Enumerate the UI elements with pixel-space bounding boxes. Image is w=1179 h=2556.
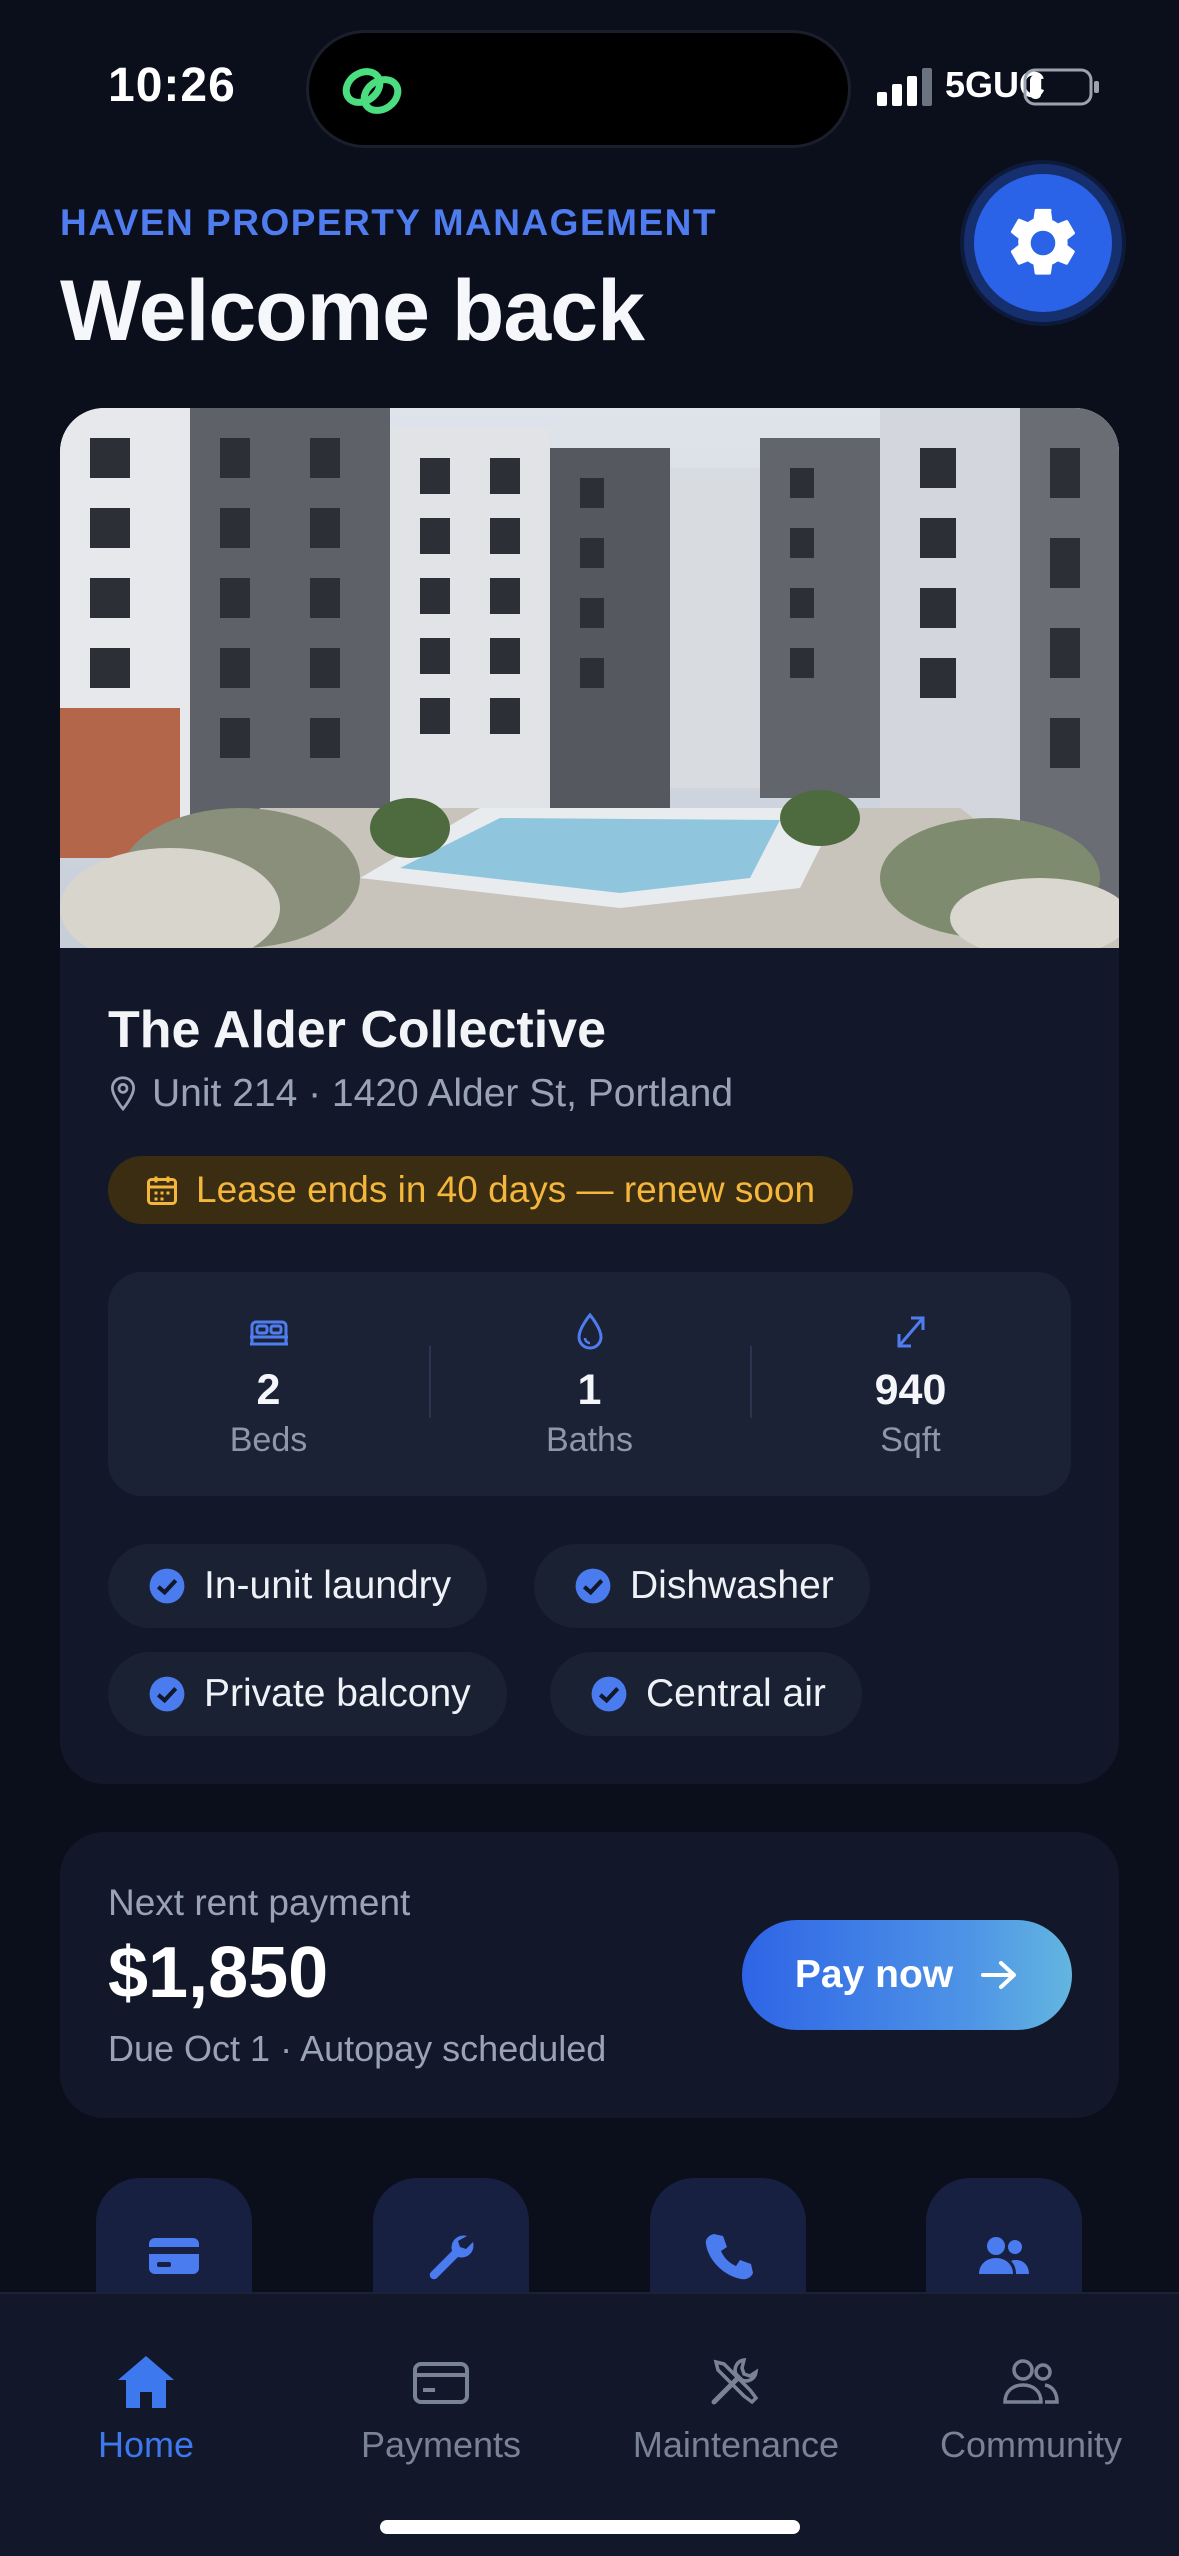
home-indicator[interactable] xyxy=(380,2520,800,2534)
stat-label: Beds xyxy=(229,1421,308,1459)
gear-icon xyxy=(1010,208,1075,275)
rent-label: Next rent payment xyxy=(108,1882,411,1923)
tab-label: Maintenance xyxy=(632,2424,840,2465)
amenity-chip: Private balcony xyxy=(108,1652,507,1736)
signal-icon xyxy=(877,68,932,106)
tab-label: Home xyxy=(97,2424,195,2465)
tab-maintenance[interactable]: Maintenance xyxy=(606,2352,866,2466)
stat-label: Sqft xyxy=(880,1421,941,1459)
check-circle-icon xyxy=(149,1676,185,1712)
arrow-right-icon xyxy=(981,1961,1017,1989)
settings-button[interactable] xyxy=(964,164,1122,322)
stat-value: 2 xyxy=(256,1366,281,1414)
stat-value: 940 xyxy=(874,1366,947,1414)
card-icon xyxy=(149,2238,199,2274)
property-photo xyxy=(60,408,1119,948)
property-address: Unit 214 · 1420 Alder St, Portland xyxy=(108,1072,733,1116)
tab-bar: Home Payments Maintenance Community xyxy=(0,2292,1179,2556)
battery-icon xyxy=(1023,68,1099,106)
rent-due-info: Due Oct 1 · Autopay scheduled xyxy=(108,2028,607,2069)
pay-now-button[interactable]: Pay now xyxy=(742,1920,1072,2030)
phone-icon xyxy=(705,2234,753,2280)
tab-label: Community xyxy=(939,2424,1123,2465)
droplet-icon xyxy=(576,1312,603,1350)
amenity-label: In-unit laundry xyxy=(204,1564,452,1607)
stat-baths: 1 Baths xyxy=(429,1272,750,1496)
dynamic-island xyxy=(306,30,851,148)
users-icon xyxy=(979,2237,1029,2274)
amenity-label: Central air xyxy=(646,1672,826,1715)
stat-beds: 2 Beds xyxy=(108,1272,429,1496)
page-title: Welcome back xyxy=(60,263,645,359)
rent-amount: $1,850 xyxy=(108,1933,329,2013)
pay-now-label: Pay now xyxy=(794,1953,954,1996)
card-icon xyxy=(413,2362,469,2404)
amenity-chip: Dishwasher xyxy=(534,1544,870,1628)
check-circle-icon xyxy=(591,1676,627,1712)
bed-icon xyxy=(249,1320,288,1346)
tab-payments[interactable]: Payments xyxy=(311,2352,571,2466)
status-bar: 10:26 5GUC xyxy=(0,0,1179,160)
home-icon xyxy=(118,2356,174,2408)
property-card[interactable]: The Alder Collective Unit 214 · 1420 Ald… xyxy=(60,408,1119,1784)
amenity-chip: In-unit laundry xyxy=(108,1544,488,1628)
wrench-icon xyxy=(429,2235,474,2280)
rent-card: Next rent payment $1,850 Due Oct 1 · Aut… xyxy=(60,1832,1119,2118)
tab-label: Payments xyxy=(360,2424,522,2465)
tools-icon xyxy=(711,2357,759,2405)
unit-stats: 2 Beds 1 Baths 940 Sqft xyxy=(108,1272,1071,1496)
amenity-label: Dishwasher xyxy=(630,1564,834,1607)
brand-name: HAVEN PROPERTY MANAGEMENT xyxy=(60,202,717,243)
amenity-label: Private balcony xyxy=(204,1672,471,1715)
calendar-icon xyxy=(147,1176,177,1205)
lease-notice: Lease ends in 40 days — renew soon xyxy=(196,1169,816,1210)
stat-sqft: 940 Sqft xyxy=(750,1272,1071,1496)
status-time: 10:26 xyxy=(108,59,236,112)
stat-label: Baths xyxy=(546,1421,633,1459)
tab-home[interactable]: Home xyxy=(16,2352,276,2466)
users-icon xyxy=(1003,2359,1059,2404)
stat-value: 1 xyxy=(577,1366,602,1414)
expand-icon xyxy=(897,1316,924,1348)
tab-community[interactable]: Community xyxy=(901,2352,1161,2466)
check-circle-icon xyxy=(575,1568,611,1604)
location-pin-icon xyxy=(110,1076,136,1112)
check-circle-icon xyxy=(149,1568,185,1604)
link-icon xyxy=(342,68,402,114)
property-name: The Alder Collective xyxy=(108,1001,606,1059)
amenity-chip: Central air xyxy=(550,1652,862,1736)
lease-badge[interactable]: Lease ends in 40 days — renew soon xyxy=(108,1156,854,1224)
address-text: Unit 214 · 1420 Alder St, Portland xyxy=(152,1072,734,1115)
